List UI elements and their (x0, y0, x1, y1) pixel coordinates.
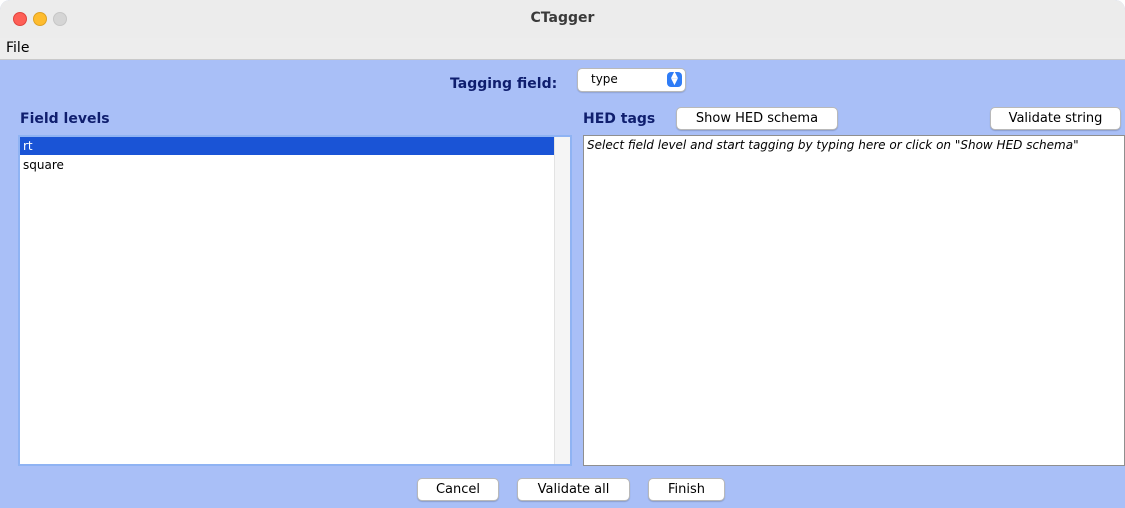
hed-tags-placeholder: Select field level and start tagging by … (587, 138, 1079, 152)
hed-tags-label: HED tags (583, 111, 656, 127)
show-hed-schema-button[interactable]: Show HED schema (676, 107, 838, 130)
tagging-field-select[interactable]: type ▲ ▼ (577, 68, 686, 92)
validate-string-button[interactable]: Validate string (990, 107, 1121, 130)
title-bar: CTagger (0, 0, 1125, 39)
finish-button[interactable]: Finish (648, 478, 725, 501)
menu-bar: File (0, 38, 1125, 60)
field-levels-label: Field levels (20, 111, 110, 127)
validate-all-button[interactable]: Validate all (517, 478, 630, 501)
menu-file[interactable]: File (6, 40, 29, 56)
window-title: CTagger (530, 10, 595, 26)
updown-arrows-icon: ▲ ▼ (667, 71, 682, 87)
hed-tags-editor[interactable]: Select field level and start tagging by … (583, 135, 1125, 466)
ctagger-window: CTagger File Tagging field: type ▲ ▼ Fiel… (0, 0, 1125, 508)
tagging-field-value: type (591, 72, 618, 86)
list-scrollbar[interactable] (554, 137, 570, 464)
list-item-rt[interactable]: rt (20, 137, 555, 155)
cancel-button[interactable]: Cancel (417, 478, 499, 501)
list-item-square[interactable]: square (20, 156, 555, 174)
tagging-field-label: Tagging field: (450, 76, 558, 92)
field-levels-list[interactable]: rt square (18, 135, 572, 466)
